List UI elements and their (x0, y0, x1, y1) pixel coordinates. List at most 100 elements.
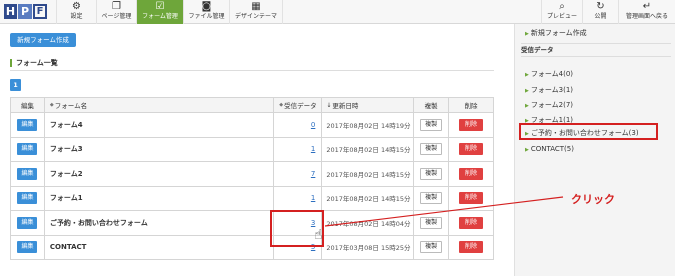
side-link-form3[interactable]: ▶ フォーム3(1) (525, 85, 573, 95)
received-count-link[interactable]: 7 (311, 170, 315, 178)
header-delete: 削除 (449, 98, 494, 112)
bullet-icon: ▶ (525, 72, 529, 78)
side-link-label: フォーム2(7) (530, 101, 574, 109)
bullet-icon: ▶ (525, 31, 529, 37)
hpf-logo[interactable]: H P F (4, 4, 50, 20)
refresh-icon: ↻ (596, 1, 605, 12)
delete-button[interactable]: 削除 (459, 192, 484, 205)
back-icon: ↵ (642, 1, 652, 12)
side-link-label: フォーム3(1) (530, 86, 574, 94)
table-row: 編集 フォーム2 7 2017年08月02日 14時15分 複製 削除 (11, 162, 494, 187)
form-name: フォーム2 (45, 162, 275, 186)
side-link-label: CONTACT(5) (530, 145, 574, 153)
form-name: ご予約・お問い合わせフォーム (45, 211, 275, 235)
logo-letter-h: H (4, 4, 17, 19)
header-updated-at[interactable]: ↓ 更新日時 (322, 98, 415, 112)
side-new-form-link[interactable]: ▶ 新規フォーム作成 (525, 28, 587, 38)
nav-page-management[interactable]: ❐ ページ管理 (96, 0, 136, 24)
header-form-name[interactable]: ◆ フォーム名 (45, 98, 275, 112)
logo-letter-f: F (33, 4, 47, 19)
table-row: 編集 フォーム3 1 2017年08月02日 14時15分 複製 削除 (11, 137, 494, 162)
nav-form-management-label: フォーム管理 (142, 13, 178, 20)
updated-at: 2017年03月08日 15時25分 (326, 244, 411, 253)
nav-file-management-label: ファイル管理 (188, 13, 225, 20)
edit-button[interactable]: 編集 (17, 216, 38, 229)
edit-button[interactable]: 編集 (17, 192, 38, 205)
copy-button[interactable]: 複製 (420, 118, 443, 131)
sort-icon: ◆ (279, 102, 284, 108)
copy-button[interactable]: 複製 (420, 143, 443, 156)
updated-at: 2017年08月02日 14時19分 (326, 121, 411, 130)
form-list-section-header: フォーム一覧 (10, 55, 494, 71)
side-received-heading: 受信データ (521, 43, 671, 57)
nav-back-to-admin[interactable]: ↵ 管理画面へ戻る (618, 0, 675, 24)
copy-button[interactable]: 複製 (420, 216, 443, 229)
updated-at: 2017年08月02日 14時04分 (326, 219, 411, 228)
page-number-1[interactable]: 1 (10, 79, 21, 91)
updated-at: 2017年08月02日 14時15分 (326, 195, 411, 204)
side-new-form-label: 新規フォーム作成 (530, 29, 587, 37)
click-annotation-label: クリック (571, 193, 615, 206)
delete-button[interactable]: 削除 (459, 167, 484, 180)
bullet-icon: ▶ (525, 88, 529, 94)
copy-button[interactable]: 複製 (420, 167, 443, 180)
hand-pointer-icon: ☝ (314, 227, 323, 243)
side-link-contact[interactable]: ▶ CONTACT(5) (525, 145, 574, 153)
new-form-button[interactable]: 新規フォーム作成 (10, 33, 76, 47)
form-name: フォーム4 (45, 113, 275, 137)
nav-design-theme[interactable]: ▦ デザインテーマ (229, 0, 283, 24)
received-count-link[interactable]: 1 (311, 145, 315, 153)
nav-file-management[interactable]: ◙ ファイル管理 (183, 0, 229, 24)
side-link-label: フォーム4(0) (530, 70, 574, 78)
design-icon: ▦ (251, 1, 261, 12)
form-name: フォーム1 (45, 186, 275, 210)
logo-letter-p: P (18, 4, 32, 19)
table-row: 編集 CONTACT 5 2017年03月08日 15時25分 複製 削除 (11, 235, 494, 260)
table-row: 編集 ご予約・お問い合わせフォーム 3 2017年08月02日 14時04分 複… (11, 211, 494, 236)
form-list-table: 編集 ◆ フォーム名 ◆ 受信データ ↓ 更新日時 複製 削除 編集 フォーム4 0 … (10, 97, 494, 260)
nav-design-theme-label: デザインテーマ (234, 13, 277, 20)
side-link-form4[interactable]: ▶ フォーム4(0) (525, 69, 573, 79)
received-count-link[interactable]: 1 (311, 194, 315, 202)
delete-button[interactable]: 削除 (459, 241, 484, 254)
sort-desc-icon: ↓ (326, 101, 332, 109)
received-count-link[interactable]: 0 (311, 121, 315, 129)
header-updated-label: 更新日時 (332, 102, 359, 110)
header-form-name-label: フォーム名 (54, 102, 88, 110)
form-name: フォーム3 (45, 137, 275, 161)
side-panel: ▶ 新規フォーム作成 受信データ ▶ フォーム4(0) ▶ フォーム3(1) ▶ フォー… (514, 24, 675, 276)
section-title: フォーム一覧 (16, 59, 58, 67)
edit-button[interactable]: 編集 (17, 241, 38, 254)
highlight-box-side-link (519, 123, 658, 140)
table-row: 編集 フォーム4 0 2017年08月02日 14時19分 複製 削除 (11, 113, 494, 138)
bullet-icon: ▶ (525, 147, 529, 153)
edit-button[interactable]: 編集 (17, 167, 38, 180)
nav-page-management-label: ページ管理 (101, 13, 132, 20)
edit-button[interactable]: 編集 (17, 118, 38, 131)
nav-preview[interactable]: ⌕ プレビュー (541, 0, 582, 24)
copy-button[interactable]: 複製 (420, 241, 443, 254)
nav-back-to-admin-label: 管理画面へ戻る (625, 13, 668, 20)
table-header-row: 編集 ◆ フォーム名 ◆ 受信データ ↓ 更新日時 複製 削除 (11, 98, 494, 113)
delete-button[interactable]: 削除 (459, 143, 484, 156)
nav-publish[interactable]: ↻ 公開 (582, 0, 618, 24)
updated-at: 2017年08月02日 14時15分 (326, 146, 411, 155)
search-icon: ⌕ (559, 1, 565, 12)
nav-preview-label: プレビュー (546, 13, 577, 20)
header-received-label: 受信データ (284, 102, 317, 110)
header-received-data[interactable]: ◆ 受信データ (274, 98, 323, 112)
header-copy: 複製 (414, 98, 450, 112)
copy-button[interactable]: 複製 (420, 192, 443, 205)
table-row: 編集 フォーム1 1 2017年08月02日 14時15分 複製 削除 (11, 186, 494, 211)
delete-button[interactable]: 削除 (459, 216, 484, 229)
side-link-form2[interactable]: ▶ フォーム2(7) (525, 100, 573, 110)
nav-form-management[interactable]: ☑ フォーム管理 (136, 0, 183, 24)
nav-settings[interactable]: ⚙ 設定 (56, 0, 96, 24)
camera-icon: ◙ (201, 1, 212, 12)
edit-button[interactable]: 編集 (17, 143, 38, 156)
pages-icon: ❐ (112, 1, 121, 12)
delete-button[interactable]: 削除 (459, 118, 484, 131)
nav-publish-label: 公開 (594, 13, 607, 20)
updated-at: 2017年08月02日 14時15分 (326, 170, 411, 179)
top-navigation-bar: H P F ⚙ 設定 ❐ ページ管理 ☑ フォーム管理 ◙ ファイル管理 ▦ デ… (0, 0, 675, 24)
